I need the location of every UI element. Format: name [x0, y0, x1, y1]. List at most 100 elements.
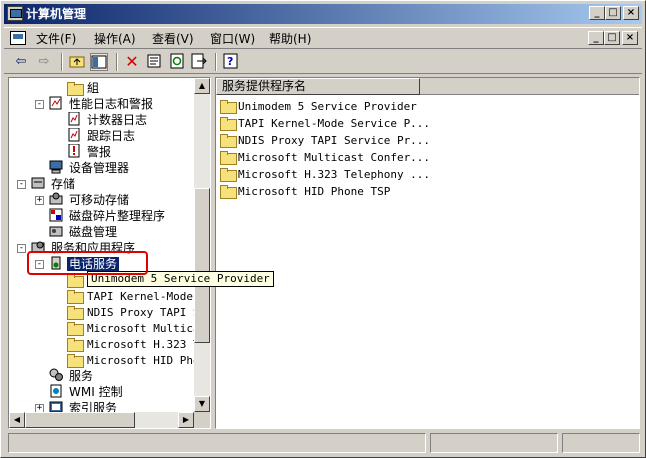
show-tree-icon[interactable] — [90, 53, 108, 71]
mdi-minimize-button[interactable]: _ — [588, 31, 604, 45]
toolbar-separator — [61, 53, 63, 71]
collapse-icon[interactable]: - — [35, 100, 44, 109]
collapse-icon[interactable]: - — [17, 244, 26, 253]
tree-item-label: NDIS Proxy TAPI S — [87, 306, 200, 319]
tree-item-label: 跟踪日志 — [87, 129, 136, 143]
list-item[interactable]: Microsoft H.323 Telephony ... — [220, 166, 430, 183]
log-icon — [67, 127, 82, 142]
tree-item-label: 设备管理器 — [69, 161, 130, 175]
tree-item-label: Microsoft HID Pho — [87, 354, 200, 367]
tree-horizontal-scrollbar[interactable]: ◀ ▶ — [9, 412, 194, 428]
tree-item-label: 磁盘管理 — [69, 225, 118, 239]
perf-icon — [49, 96, 64, 110]
scroll-thumb[interactable] — [194, 188, 210, 343]
window-title: 计算机管理 — [26, 7, 87, 21]
tree-item[interactable]: 存储 — [31, 176, 77, 192]
tree-item[interactable]: 跟踪日志 — [67, 127, 137, 144]
tree-item-label: 可移动存储 — [69, 193, 130, 207]
maximize-button[interactable]: □ — [605, 6, 621, 20]
tree-item[interactable]: 磁盘碎片整理程序 — [49, 208, 167, 224]
highlight-annotation — [27, 251, 148, 275]
up-folder-icon[interactable] — [68, 53, 86, 71]
menu-view[interactable]: 查看(V) — [152, 31, 194, 47]
alert-icon — [67, 143, 82, 158]
title-bar[interactable]: 计算机管理 _ □ × — [4, 4, 642, 24]
export-icon[interactable] — [190, 53, 208, 71]
toolbar-separator — [116, 53, 118, 71]
collapse-icon[interactable]: - — [17, 180, 26, 189]
tree-item[interactable]: 可移动存储 — [49, 192, 131, 208]
tree-item[interactable]: 性能日志和警报 — [49, 96, 155, 112]
tree-item[interactable]: 服务 — [49, 368, 95, 384]
scroll-up-button[interactable]: ▲ — [194, 78, 210, 94]
tree-item-label: 磁盘碎片整理程序 — [69, 209, 166, 223]
menu-action[interactable]: 操作(A) — [94, 31, 136, 47]
folder-icon — [67, 338, 84, 352]
folder-icon — [220, 168, 237, 182]
scroll-thumb[interactable] — [25, 412, 135, 428]
scroll-left-button[interactable]: ◀ — [9, 412, 25, 428]
list-item[interactable]: Microsoft HID Phone TSP — [220, 183, 390, 200]
toolbar: ⇦ ⇨ ✕ ? — [4, 50, 642, 74]
defrag-icon — [49, 208, 64, 222]
tree-vertical-scrollbar[interactable]: ▲ ▼ — [194, 78, 210, 412]
folder-icon — [220, 134, 237, 148]
tree-item[interactable]: Microsoft Multica — [67, 320, 202, 336]
folder-icon — [67, 82, 84, 96]
expand-icon[interactable]: + — [35, 196, 44, 205]
list-item[interactable]: TAPI Kernel-Mode Service P... — [220, 115, 430, 132]
column-header-provider-name[interactable]: 服务提供程序名 — [216, 78, 420, 95]
list-item-label: Microsoft H.323 Telephony ... — [238, 168, 431, 181]
menu-file[interactable]: 文件(F) — [36, 31, 76, 47]
tree-item[interactable]: Microsoft HID Pho — [67, 352, 202, 368]
tree-item-label: TAPI Kernel-Mode — [87, 290, 193, 303]
device-icon — [49, 160, 64, 174]
list-item[interactable]: NDIS Proxy TAPI Service Pr... — [220, 132, 430, 149]
scroll-down-button[interactable]: ▼ — [194, 396, 210, 412]
wmi-icon — [49, 384, 64, 398]
help-icon[interactable]: ? — [222, 53, 240, 71]
list-item-label: Unimodem 5 Service Provider — [238, 100, 417, 113]
scroll-right-button[interactable]: ▶ — [178, 412, 194, 428]
folder-icon — [220, 100, 237, 114]
computer-management-icon — [7, 6, 23, 21]
properties-icon[interactable] — [145, 53, 163, 71]
system-menu-icon[interactable] — [10, 31, 26, 45]
tree-item[interactable]: 计数器日志 — [67, 111, 149, 128]
mdi-restore-button[interactable]: □ — [604, 31, 620, 45]
close-button[interactable]: × — [623, 6, 639, 20]
list-item[interactable]: Unimodem 5 Service Provider — [220, 98, 417, 115]
minimize-button[interactable]: _ — [589, 6, 605, 20]
mdi-close-button[interactable]: × — [622, 31, 638, 45]
tree-item-label: 存储 — [51, 177, 76, 191]
menu-window[interactable]: 窗口(W) — [210, 31, 255, 47]
status-cell — [430, 433, 558, 453]
computer-management-window: 计算机管理 _ □ × 文件(F) 操作(A) 查看(V) 窗口(W) 帮助(H… — [0, 0, 646, 458]
list-item-label: Microsoft Multicast Confer... — [238, 151, 431, 164]
tree-item[interactable]: 磁盘管理 — [49, 224, 119, 240]
tree-item[interactable]: NDIS Proxy TAPI S — [67, 304, 202, 320]
details-pane[interactable]: 服务提供程序名 Unimodem 5 Service Provider TAPI … — [215, 77, 640, 429]
disk-icon — [49, 224, 64, 238]
list-item[interactable]: Microsoft Multicast Confer... — [220, 149, 430, 166]
tree-item[interactable]: 警报 — [67, 143, 113, 160]
menu-help[interactable]: 帮助(H) — [269, 31, 311, 47]
tree-item[interactable]: 设备管理器 — [49, 160, 131, 176]
tree-item-label: WMI 控制 — [69, 385, 123, 399]
tree-item-label: 服务 — [69, 369, 94, 383]
tree-item[interactable]: TAPI Kernel-Mode — [67, 288, 195, 304]
refresh-icon[interactable] — [168, 53, 186, 71]
list-item-label: TAPI Kernel-Mode Service P... — [238, 117, 431, 130]
delete-icon[interactable]: ✕ — [123, 53, 141, 71]
forward-arrow-icon[interactable]: ⇨ — [35, 53, 53, 71]
folder-icon — [67, 274, 84, 288]
tree-item[interactable]: 組 — [67, 80, 101, 96]
tree-item[interactable]: Microsoft H.323 T — [67, 336, 202, 352]
column-header-row: 服务提供程序名 — [216, 78, 639, 95]
tree-item[interactable]: WMI 控制 — [49, 384, 125, 400]
back-arrow-icon[interactable]: ⇦ — [12, 53, 30, 71]
services-icon — [49, 368, 64, 382]
status-cell — [8, 433, 426, 453]
list-item-label: Microsoft HID Phone TSP — [238, 185, 391, 198]
tree-item-label: Microsoft H.323 T — [87, 338, 200, 351]
